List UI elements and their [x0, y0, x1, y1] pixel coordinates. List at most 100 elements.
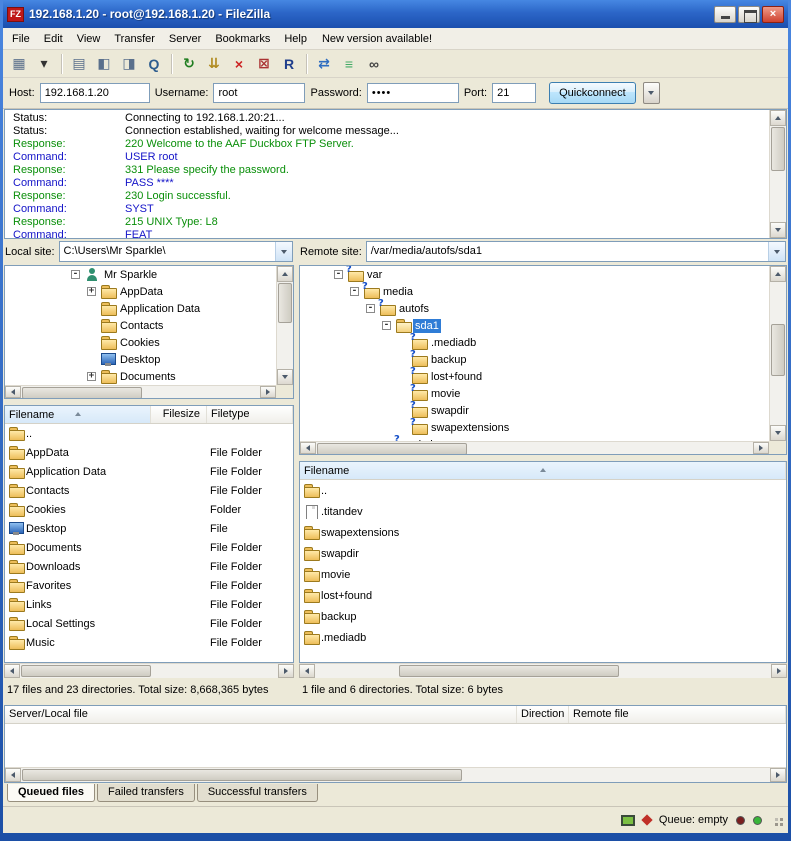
tab-successful-transfers[interactable]: Successful transfers — [197, 784, 318, 802]
Local Settings[interactable]: Local Settings File Folder — [5, 614, 293, 633]
remote-list-horizontal-scrollbar[interactable] — [299, 663, 787, 678]
scroll-right-button[interactable] — [771, 664, 787, 678]
column-header-filename[interactable]: Filename — [300, 462, 786, 479]
scroll-left-button[interactable] — [299, 664, 315, 678]
monitor-icon[interactable] — [621, 815, 635, 826]
tab-queued-files[interactable]: Queued files — [7, 784, 95, 802]
site-manager-button[interactable]: ▦ — [7, 53, 31, 75]
scrollbar-thumb[interactable] — [399, 665, 619, 677]
tree-item[interactable]: swapdir — [300, 402, 769, 419]
local-list-horizontal-scrollbar[interactable] — [4, 663, 294, 678]
tree-item[interactable]: + Documents — [5, 368, 276, 385]
scrollbar-thumb[interactable] — [771, 127, 785, 171]
quickconnect-button[interactable]: Quickconnect — [549, 82, 636, 104]
combo-dropdown-button[interactable] — [275, 242, 292, 261]
password-input[interactable] — [367, 83, 459, 103]
log-vertical-scrollbar[interactable] — [769, 110, 786, 238]
Application Data[interactable]: Application Data File Folder — [5, 462, 293, 481]
refresh-button[interactable]: ↻ — [177, 53, 201, 75]
tree-item[interactable]: - autofs — [300, 300, 769, 317]
tree-expander[interactable]: - — [350, 287, 359, 296]
scroll-left-button[interactable] — [300, 442, 316, 454]
Downloads[interactable]: Downloads File Folder — [5, 557, 293, 576]
column-header-filename[interactable]: Filename — [5, 406, 151, 423]
column-header-filetype[interactable]: Filetype — [207, 406, 293, 423]
quickconnect-dropdown-button[interactable] — [643, 82, 660, 104]
scroll-right-button[interactable] — [770, 768, 786, 782]
tree-item[interactable]: Contacts — [5, 317, 276, 334]
scrollbar-thumb[interactable] — [22, 769, 462, 781]
tree-item[interactable]: movie — [300, 385, 769, 402]
tree-item[interactable]: - var — [300, 266, 769, 283]
Documents[interactable]: Documents File Folder — [5, 538, 293, 557]
scroll-right-button[interactable] — [278, 664, 294, 678]
backup[interactable]: backup — [300, 606, 786, 627]
username-input[interactable] — [213, 83, 305, 103]
scroll-up-button[interactable] — [277, 266, 293, 282]
movie[interactable]: movie — [300, 564, 786, 585]
menu-view[interactable]: View — [70, 30, 108, 48]
AppData[interactable]: AppData File Folder — [5, 443, 293, 462]
tree-item[interactable]: Application Data — [5, 300, 276, 317]
tree-expander[interactable]: - — [382, 321, 391, 330]
tree-item[interactable]: + AppData — [5, 283, 276, 300]
..[interactable]: .. — [300, 480, 786, 501]
toggle-message-log-button[interactable]: ▤ — [67, 53, 91, 75]
disconnect-button[interactable]: ⊠ — [252, 53, 276, 75]
Cookies[interactable]: Cookies Folder — [5, 500, 293, 519]
tree-item[interactable]: - sda1 — [300, 317, 769, 334]
swapextensions[interactable]: swapextensions — [300, 522, 786, 543]
queue-horizontal-scrollbar[interactable] — [5, 767, 786, 782]
maximize-button[interactable] — [738, 6, 760, 23]
scroll-down-button[interactable] — [770, 222, 786, 238]
close-button[interactable]: × — [762, 6, 784, 23]
combo-dropdown-button[interactable] — [768, 242, 785, 261]
scrollbar-thumb[interactable] — [771, 324, 785, 376]
scroll-down-button[interactable] — [277, 369, 293, 385]
tree-expander[interactable]: + — [87, 372, 96, 381]
menu-bookmarks[interactable]: Bookmarks — [208, 30, 277, 48]
Music[interactable]: Music File Folder — [5, 633, 293, 652]
scrollbar-thumb[interactable] — [317, 443, 467, 455]
tree-expander[interactable]: - — [71, 270, 80, 279]
tree-item[interactable]: .mediadb — [300, 334, 769, 351]
menu-help[interactable]: Help — [277, 30, 314, 48]
scroll-left-button[interactable] — [5, 768, 21, 782]
local-site-combobox[interactable]: C:\Users\Mr Sparkle\ — [59, 241, 293, 262]
column-header-server-local-file[interactable]: Server/Local file — [5, 706, 517, 723]
tab-failed-transfers[interactable]: Failed transfers — [97, 784, 195, 802]
toggle-queue-button[interactable]: Q — [142, 53, 166, 75]
Favorites[interactable]: Favorites File Folder — [5, 576, 293, 595]
scroll-left-button[interactable] — [4, 664, 20, 678]
tree-item[interactable]: swapextensions — [300, 419, 769, 436]
cancel-button[interactable]: × — [227, 53, 251, 75]
process-queue-button[interactable]: ⇊ — [202, 53, 226, 75]
tree-expander[interactable]: - — [334, 270, 343, 279]
column-header-direction[interactable]: Direction — [517, 706, 569, 723]
remote-tree-horizontal-scrollbar[interactable] — [300, 441, 769, 454]
swapdir[interactable]: swapdir — [300, 543, 786, 564]
local-tree-vertical-scrollbar[interactable] — [276, 266, 293, 385]
toggle-local-tree-button[interactable]: ◧ — [92, 53, 116, 75]
menu-server[interactable]: Server — [162, 30, 208, 48]
tree-item[interactable]: - Mr Sparkle — [5, 266, 276, 283]
new-version-notice[interactable]: New version available! — [314, 30, 440, 48]
..[interactable]: .. — [5, 424, 293, 443]
lost+found[interactable]: lost+found — [300, 585, 786, 606]
Links[interactable]: Links File Folder — [5, 595, 293, 614]
tree-expander[interactable]: + — [87, 287, 96, 296]
toggle-remote-tree-button[interactable]: ◨ — [117, 53, 141, 75]
scrollbar-thumb[interactable] — [278, 283, 292, 323]
tree-item[interactable]: - media — [300, 283, 769, 300]
port-input[interactable] — [492, 83, 536, 103]
reconnect-button[interactable]: R — [277, 53, 301, 75]
remote-site-combobox[interactable]: /var/media/autofs/sda1 — [366, 241, 786, 262]
remote-tree-vertical-scrollbar[interactable] — [769, 266, 786, 441]
.mediadb[interactable]: .mediadb — [300, 627, 786, 648]
tree-item[interactable]: backup — [300, 351, 769, 368]
scroll-left-button[interactable] — [5, 386, 21, 398]
directory-comparison-button[interactable]: ⇄ — [312, 53, 336, 75]
scroll-down-button[interactable] — [770, 425, 786, 441]
find-files-button[interactable]: ∞ — [362, 53, 386, 75]
scrollbar-thumb[interactable] — [22, 387, 142, 399]
